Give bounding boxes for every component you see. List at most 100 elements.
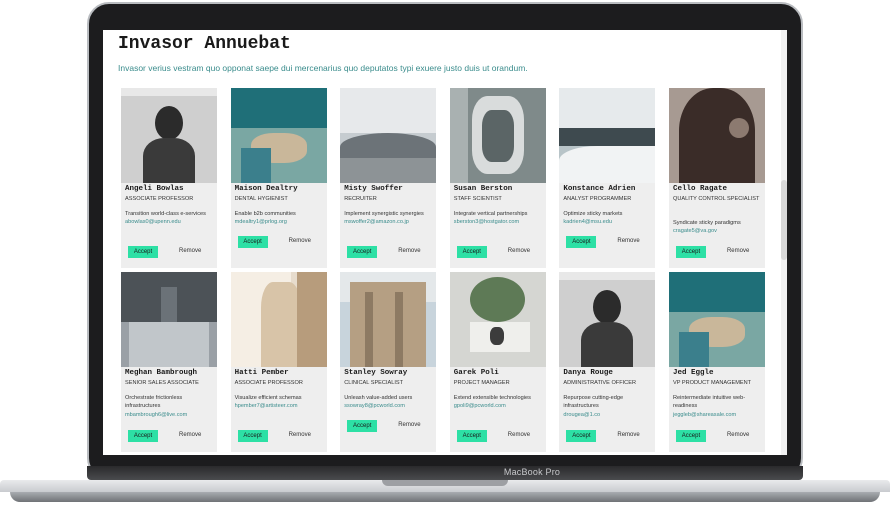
user-info: Extend extensible technologies gpoli9@pcw… bbox=[454, 394, 544, 411]
user-name: Hatti Pember bbox=[234, 369, 289, 377]
user-photo bbox=[230, 272, 327, 367]
user-info: Transition world-class e-services abowlas… bbox=[125, 210, 215, 227]
page-title: Invasor Annuebat bbox=[118, 34, 291, 54]
accept-button[interactable]: Accept bbox=[675, 246, 706, 258]
remove-button[interactable]: Remove bbox=[617, 432, 639, 438]
user-photo bbox=[121, 272, 217, 367]
remove-button[interactable]: Remove bbox=[617, 238, 639, 244]
user-description: Orchestrate frictionless infrastructures bbox=[125, 395, 183, 410]
user-email-link[interactable]: jeggleb@shareasale.com bbox=[673, 411, 763, 419]
accept-button[interactable]: Accept bbox=[347, 246, 378, 258]
remove-button[interactable]: Remove bbox=[508, 432, 530, 438]
user-email-link[interactable]: ssowray8@pcworld.com bbox=[344, 402, 434, 410]
user-info: Reintermediate intuitive web-readiness je… bbox=[673, 394, 763, 419]
user-name: Garek Poli bbox=[453, 369, 499, 377]
accept-button[interactable]: Accept bbox=[237, 430, 268, 442]
accept-button[interactable]: Accept bbox=[566, 430, 597, 442]
photo-shape bbox=[481, 110, 514, 162]
photo-shape bbox=[155, 106, 183, 140]
user-photo bbox=[559, 88, 656, 183]
user-name: Meghan Bambrough bbox=[125, 369, 198, 377]
photo-shape bbox=[296, 272, 327, 367]
remove-button[interactable]: Remove bbox=[289, 432, 311, 438]
user-description: Optimize sticky markets bbox=[563, 211, 623, 217]
remove-button[interactable]: Remove bbox=[398, 248, 420, 254]
user-email-link[interactable]: mdealtry1@prlog.org bbox=[235, 218, 325, 226]
photo-shape bbox=[340, 133, 437, 161]
remove-button[interactable]: Remove bbox=[179, 248, 201, 254]
scrollbar[interactable] bbox=[781, 30, 787, 455]
photo-shape bbox=[559, 88, 656, 128]
photo-shape bbox=[230, 88, 327, 128]
user-email-link[interactable]: abowlas0@upenn.edu bbox=[125, 218, 215, 226]
user-role: Dental Hygienist bbox=[234, 196, 288, 202]
accept-button[interactable]: Accept bbox=[456, 430, 487, 442]
user-name: Konstance Adrien bbox=[563, 185, 636, 193]
remove-button[interactable]: Remove bbox=[727, 432, 749, 438]
user-role: VP Product Management bbox=[672, 380, 752, 386]
user-card: Angeli Bowlas Associate Professor Transiti… bbox=[121, 88, 217, 268]
user-photo bbox=[449, 272, 546, 367]
scrollbar-thumb[interactable] bbox=[781, 180, 787, 260]
user-email-link[interactable]: cragate5@va.gov bbox=[673, 227, 763, 235]
photo-shape bbox=[489, 327, 504, 345]
user-email-link[interactable]: sberston3@hostgator.com bbox=[454, 218, 544, 226]
user-email-link[interactable]: hpember7@artisteer.com bbox=[235, 402, 325, 410]
user-photo bbox=[121, 88, 217, 183]
photo-shape bbox=[340, 158, 437, 183]
user-photo bbox=[340, 88, 437, 183]
user-role: Administrative Officer bbox=[563, 380, 636, 386]
laptop-notch bbox=[382, 480, 508, 486]
user-description: Unleash value-added users bbox=[344, 395, 413, 401]
accept-button[interactable]: Accept bbox=[566, 236, 597, 248]
user-name: Angeli Bowlas bbox=[125, 185, 184, 193]
accept-button[interactable]: Accept bbox=[128, 430, 158, 442]
user-info: Unleash value-added users ssowray8@pcworl… bbox=[344, 394, 434, 411]
remove-button[interactable]: Remove bbox=[179, 432, 201, 438]
user-email-link[interactable]: kadrien4@msu.edu bbox=[563, 218, 653, 226]
user-name: Jed Eggle bbox=[672, 369, 714, 377]
user-role: Project Manager bbox=[453, 380, 510, 386]
user-card: Danya Rouge Administrative Officer Repurpo… bbox=[559, 272, 656, 452]
user-description: Integrate vertical partnerships bbox=[453, 211, 528, 217]
user-name: Stanley Sowray bbox=[344, 369, 408, 377]
accept-button[interactable]: Accept bbox=[128, 246, 158, 258]
photo-shape bbox=[559, 146, 656, 183]
laptop-base: MacBook Pro bbox=[0, 466, 890, 505]
user-description: Transition world-class e-services bbox=[125, 211, 206, 217]
accept-button[interactable]: Accept bbox=[456, 246, 487, 258]
user-description: Reintermediate intuitive web-readiness bbox=[672, 395, 746, 410]
user-email-link[interactable]: mbambrough6@live.com bbox=[125, 411, 215, 419]
user-info: Repurpose cutting-edge infrastructures dr… bbox=[563, 394, 653, 419]
user-role: Associate Professor bbox=[125, 196, 194, 202]
user-name: Cello Ragate bbox=[672, 185, 727, 193]
accept-button[interactable]: Accept bbox=[237, 236, 268, 248]
photo-shape bbox=[678, 332, 709, 367]
user-info: Visualize efficient schemas hpember7@arti… bbox=[235, 394, 325, 411]
remove-button[interactable]: Remove bbox=[508, 248, 530, 254]
photo-shape bbox=[161, 287, 177, 322]
accept-button[interactable]: Accept bbox=[347, 420, 378, 432]
user-email-link[interactable]: mswoffer2@amazon.co.jp bbox=[344, 218, 434, 226]
laptop-hinge: MacBook Pro bbox=[87, 466, 803, 480]
user-email-link[interactable]: drougea@1.co bbox=[563, 411, 653, 419]
user-name: Susan Berston bbox=[453, 185, 513, 193]
remove-button[interactable]: Remove bbox=[727, 248, 749, 254]
laptop-base-bottom bbox=[10, 492, 880, 502]
accept-button[interactable]: Accept bbox=[675, 430, 706, 442]
user-role: Senior Sales Associate bbox=[125, 380, 199, 386]
user-card: Misty Swoffer Recruiter Implement synergis… bbox=[340, 88, 437, 268]
user-card: Maison Dealtry Dental Hygienist Enable b2b… bbox=[230, 88, 327, 268]
user-description: Extend extensible technologies bbox=[453, 395, 531, 401]
user-description: Syndicate sticky paradigms bbox=[672, 220, 741, 226]
photo-shape bbox=[340, 88, 437, 133]
remove-button[interactable]: Remove bbox=[289, 238, 311, 244]
user-email-link[interactable]: gpoli9@pcworld.com bbox=[454, 402, 544, 410]
remove-button[interactable]: Remove bbox=[398, 422, 420, 428]
photo-shape bbox=[240, 148, 271, 183]
photo-shape bbox=[449, 88, 468, 183]
user-description: Repurpose cutting-edge infrastructures bbox=[563, 395, 624, 410]
user-role: Associate Professor bbox=[234, 380, 303, 386]
user-role: Staff Scientist bbox=[453, 196, 502, 202]
user-photo bbox=[340, 272, 437, 367]
